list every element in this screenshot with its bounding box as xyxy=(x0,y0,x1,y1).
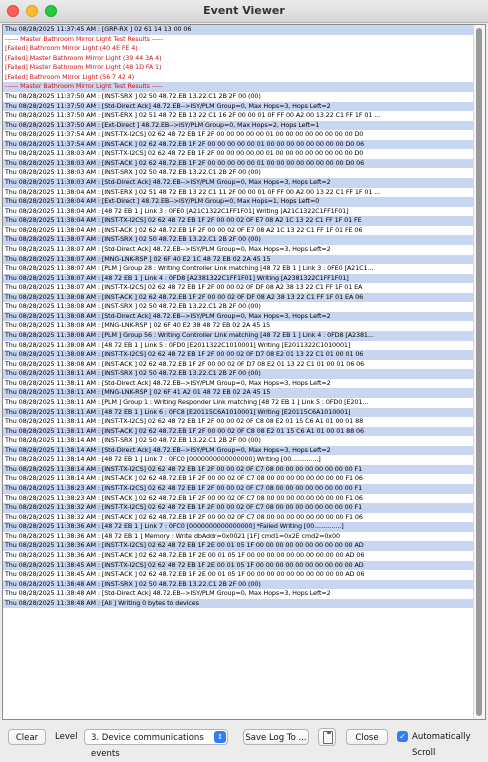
level-select-value: 3. Device communications events xyxy=(91,733,204,759)
log-row: Thu 08/28/2025 11:38:08 AM : [Std-Direct… xyxy=(3,311,475,322)
clipboard-icon xyxy=(323,731,333,744)
log-row: Thu 08/28/2025 11:38:36 AM : [48 72 EB 1… xyxy=(3,531,475,542)
log-row: [Failed] Master Bathroom Mirror Light (3… xyxy=(3,53,475,64)
log-row: [Failed] Bathroom Mirror Light (56 7 42 … xyxy=(3,72,475,83)
scrollbar-thumb[interactable] xyxy=(476,28,482,716)
log-row: Thu 08/28/2025 11:38:08 AM : [48 72 EB 1… xyxy=(3,340,475,351)
log-row: Thu 08/28/2025 11:38:03 AM : [Std-Direct… xyxy=(3,178,475,188)
level-select[interactable]: 3. Device communications events ↕ xyxy=(84,729,228,759)
log-row: Thu 08/28/2025 11:38:07 AM : [MNG-LNK-RS… xyxy=(3,254,475,265)
log-row: Thu 08/28/2025 11:38:48 AM : [INST-SRX ]… xyxy=(3,579,475,590)
log-row: Thu 08/28/2025 11:37:45 AM : [GRP-RX ] 0… xyxy=(3,25,475,35)
log-row: Thu 08/28/2025 11:38:08 AM : [INST-ACK ]… xyxy=(3,292,475,303)
log-row: Thu 08/28/2025 11:38:36 AM : [INST-ACK ]… xyxy=(3,550,475,561)
log-row: Thu 08/28/2025 11:38:04 AM : [INST-ERX ]… xyxy=(3,187,475,198)
log-row: Thu 08/28/2025 11:38:11 AM : [MNG-LNK-RS… xyxy=(3,388,475,398)
level-label: Level xyxy=(55,732,78,742)
chevron-updown-icon: ↕ xyxy=(214,731,226,743)
log-row: Thu 08/28/2025 11:38:07 AM : [INST-TX-I2… xyxy=(3,283,475,293)
log-row: Thu 08/28/2025 11:38:14 AM : [INST-SRX ]… xyxy=(3,436,475,446)
log-row: Thu 08/28/2025 11:38:04 AM : [48 72 EB 1… xyxy=(3,206,475,217)
log-row: Thu 08/28/2025 11:38:04 AM : [INST-ACK ]… xyxy=(3,225,475,236)
auto-scroll-checkbox[interactable]: ✓ xyxy=(397,731,408,742)
save-log-button[interactable]: Save Log To ... xyxy=(243,729,309,745)
log-row: Thu 08/28/2025 11:37:50 AM : [INST-ERX ]… xyxy=(3,111,475,121)
log-row: Thu 08/28/2025 11:37:54 AM : [INST-TX-I2… xyxy=(3,130,475,140)
log-row: Thu 08/28/2025 11:38:36 AM : [INST-TX-I2… xyxy=(3,541,475,551)
log-row: Thu 08/28/2025 11:38:11 AM : [PLM ] Grou… xyxy=(3,397,475,408)
log-row: Thu 08/28/2025 11:38:07 AM : [48 72 EB 1… xyxy=(3,273,475,284)
log-row: Thu 08/28/2025 11:38:32 AM : [INST-ACK ]… xyxy=(3,512,475,523)
bottom-toolbar: Clear Level 3. Device communications eve… xyxy=(0,720,488,759)
log-row: Thu 08/28/2025 11:38:23 AM : [INST-ACK ]… xyxy=(3,493,475,504)
log-row: Thu 08/28/2025 11:38:07 AM : [Std-Direct… xyxy=(3,244,475,255)
event-log-panel: Thu 08/28/2025 11:37:45 AM : [GRP-RX ] 0… xyxy=(2,24,486,720)
clear-button[interactable]: Clear xyxy=(8,729,46,745)
log-row: Thu 08/28/2025 11:38:04 AM : [INST-TX-I2… xyxy=(3,216,475,226)
log-row: Thu 08/28/2025 11:38:08 AM : [INST-TX-I2… xyxy=(3,350,475,360)
log-row: Thu 08/28/2025 11:38:32 AM : [INST-TX-I2… xyxy=(3,503,475,513)
window-title: Event Viewer xyxy=(203,4,285,17)
log-row: [Failed] Bathroom Mirror Light (40 4E FE… xyxy=(3,44,475,54)
log-row: Thu 08/28/2025 11:38:03 AM : [INST-SRX ]… xyxy=(3,168,475,178)
log-row: Thu 08/28/2025 11:38:08 AM : [PLM ] Grou… xyxy=(3,331,475,341)
log-row: Thu 08/28/2025 11:38:08 AM : [INST-SRX ]… xyxy=(3,302,475,312)
log-row: Thu 08/28/2025 11:38:14 AM : [INST-TX-I2… xyxy=(3,464,475,475)
log-row: Thu 08/28/2025 11:38:08 AM : [INST-ACK ]… xyxy=(3,359,475,370)
log-row: Thu 08/28/2025 11:38:11 AM : [INST-TX-I2… xyxy=(3,417,475,427)
log-row: Thu 08/28/2025 11:38:04 AM : [Ext-Direct… xyxy=(3,197,475,207)
event-log-list[interactable]: Thu 08/28/2025 11:37:45 AM : [GRP-RX ] 0… xyxy=(3,25,475,719)
log-row: Thu 08/28/2025 11:38:11 AM : [INST-ACK ]… xyxy=(3,426,475,437)
log-row: ------ Master Bathroom Mirror Light Test… xyxy=(3,34,475,45)
copy-to-clipboard-button[interactable] xyxy=(318,728,336,746)
vertical-scrollbar[interactable] xyxy=(473,25,485,719)
close-button[interactable]: Close xyxy=(346,729,388,745)
log-row: Thu 08/28/2025 11:38:14 AM : [INST-ACK ]… xyxy=(3,474,475,484)
log-row: Thu 08/28/2025 11:38:11 AM : [INST-SRX ]… xyxy=(3,369,475,379)
log-row: Thu 08/28/2025 11:38:14 AM : [Std-Direct… xyxy=(3,445,475,456)
log-row: Thu 08/28/2025 11:37:50 AM : [Std-Direct… xyxy=(3,101,475,112)
log-row: Thu 08/28/2025 11:38:45 AM : [INST-TX-I2… xyxy=(3,560,475,571)
log-row: Thu 08/28/2025 11:38:03 AM : [INST-ACK ]… xyxy=(3,158,475,169)
log-row: Thu 08/28/2025 11:38:14 AM : [48 72 EB 1… xyxy=(3,455,475,465)
log-row: Thu 08/28/2025 11:38:07 AM : [INST-SRX ]… xyxy=(3,235,475,245)
log-row: Thu 08/28/2025 11:38:45 AM : [INST-ACK ]… xyxy=(3,570,475,580)
log-row: Thu 08/28/2025 11:38:36 AM : [48 72 EB 1… xyxy=(3,522,475,532)
log-row: Thu 08/28/2025 11:38:11 AM : [48 72 EB 1… xyxy=(3,407,475,418)
log-row: Thu 08/28/2025 11:38:07 AM : [PLM ] Grou… xyxy=(3,264,475,274)
log-row: Thu 08/28/2025 11:38:08 AM : [MNG-LNK-RS… xyxy=(3,321,475,331)
log-row: Thu 08/28/2025 11:38:23 AM : [INST-TX-I2… xyxy=(3,484,475,494)
log-row: Thu 08/28/2025 11:38:11 AM : [Std-Direct… xyxy=(3,378,475,389)
log-row: Thu 08/28/2025 11:38:48 AM : [All ] Writ… xyxy=(3,598,475,609)
log-row: Thu 08/28/2025 11:37:50 AM : [INST-SRX ]… xyxy=(3,91,475,102)
log-row: Thu 08/28/2025 11:38:03 AM : [INST-TX-I2… xyxy=(3,149,475,159)
log-row: ------ Master Bathroom Mirror Light Test… xyxy=(3,82,475,92)
log-row: Thu 08/28/2025 11:37:50 AM : [Ext-Direct… xyxy=(3,120,475,131)
title-bar: Event Viewer xyxy=(0,0,488,23)
log-row: Thu 08/28/2025 11:38:48 AM : [Std-Direct… xyxy=(3,589,475,599)
log-row: [Failed] Master Bathroom Mirror Light (4… xyxy=(3,63,475,73)
log-row: Thu 08/28/2025 11:37:54 AM : [INST-ACK ]… xyxy=(3,139,475,150)
checkmark-icon: ✓ xyxy=(399,732,406,741)
auto-scroll-label[interactable]: Automatically Scroll xyxy=(412,729,488,758)
